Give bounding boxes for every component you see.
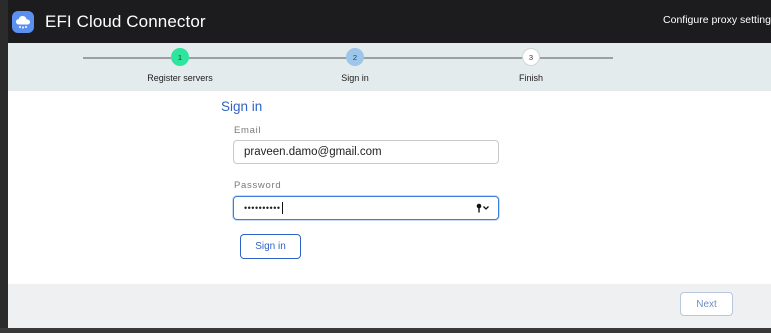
password-label: Password bbox=[234, 180, 282, 191]
step-1-number: 1 bbox=[177, 52, 183, 62]
step-2-label: Sign in bbox=[341, 73, 369, 83]
email-field[interactable]: praveen.damo@gmail.com bbox=[233, 140, 499, 164]
next-button-label: Next bbox=[696, 298, 717, 310]
text-caret bbox=[281, 202, 283, 214]
configure-proxy-link[interactable]: Configure proxy setting bbox=[663, 14, 771, 26]
key-icon[interactable] bbox=[476, 203, 490, 213]
window-bottom-edge bbox=[0, 328, 771, 333]
cloud-app-icon bbox=[12, 10, 34, 33]
email-label: Email bbox=[234, 125, 262, 136]
password-value: •••••••••• bbox=[244, 203, 281, 213]
password-field[interactable]: •••••••••• bbox=[233, 196, 499, 220]
title-bar: EFI Cloud Connector Configure proxy sett… bbox=[8, 0, 771, 43]
step-3-indicator: 3 bbox=[522, 48, 540, 66]
progress-stepper: 1 Register servers 2 Sign in 3 Finish bbox=[8, 43, 771, 91]
app-window: EFI Cloud Connector Configure proxy sett… bbox=[0, 0, 771, 333]
footer-bar: Next bbox=[8, 284, 771, 328]
sign-in-button[interactable]: Sign in bbox=[240, 234, 301, 259]
sign-in-form: Sign in Email praveen.damo@gmail.com Pas… bbox=[8, 91, 771, 284]
step-2-indicator: 2 bbox=[346, 48, 364, 66]
sign-in-button-label: Sign in bbox=[255, 241, 286, 252]
next-button[interactable]: Next bbox=[680, 292, 733, 316]
email-value: praveen.damo@gmail.com bbox=[244, 146, 382, 158]
step-1-indicator: 1 bbox=[171, 48, 189, 66]
step-3-label: Finish bbox=[518, 73, 544, 83]
step-1-label: Register servers bbox=[147, 73, 213, 83]
form-title: Sign in bbox=[221, 99, 263, 114]
step-3-number: 3 bbox=[528, 52, 534, 62]
app-title: EFI Cloud Connector bbox=[45, 11, 206, 31]
step-2-number: 2 bbox=[352, 52, 358, 62]
